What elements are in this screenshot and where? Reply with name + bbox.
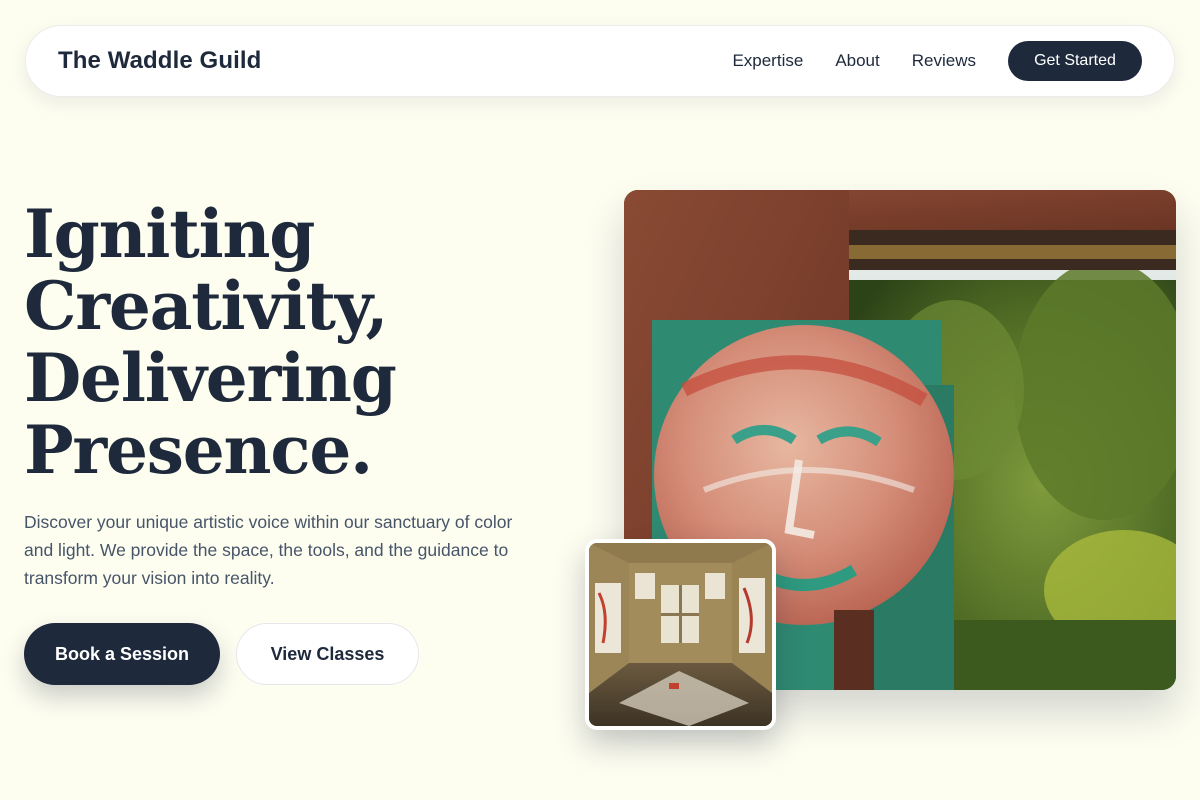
nav-link-about[interactable]: About (835, 51, 879, 71)
headline-line: Igniting (24, 195, 315, 273)
hero-headline: Igniting Creativity, Delivering Presence… (24, 198, 584, 486)
nav-link-reviews[interactable]: Reviews (912, 51, 976, 71)
brand-logo[interactable]: The Waddle Guild (58, 47, 261, 75)
hero-description: Discover your unique artistic voice with… (24, 512, 513, 588)
book-session-button[interactable]: Book a Session (24, 623, 220, 685)
nav-link-expertise[interactable]: Expertise (732, 51, 803, 71)
headline-line: Creativity, (24, 267, 389, 345)
headline-line: Presence. (24, 411, 373, 489)
hero-inset-image (585, 539, 776, 730)
nav-links: Expertise About Reviews (732, 51, 976, 71)
headline-line: Delivering (24, 339, 397, 417)
studio-photo (589, 543, 772, 726)
view-classes-button[interactable]: View Classes (236, 623, 419, 685)
navbar: The Waddle Guild Expertise About Reviews… (25, 25, 1175, 97)
get-started-button[interactable]: Get Started (1008, 41, 1142, 81)
